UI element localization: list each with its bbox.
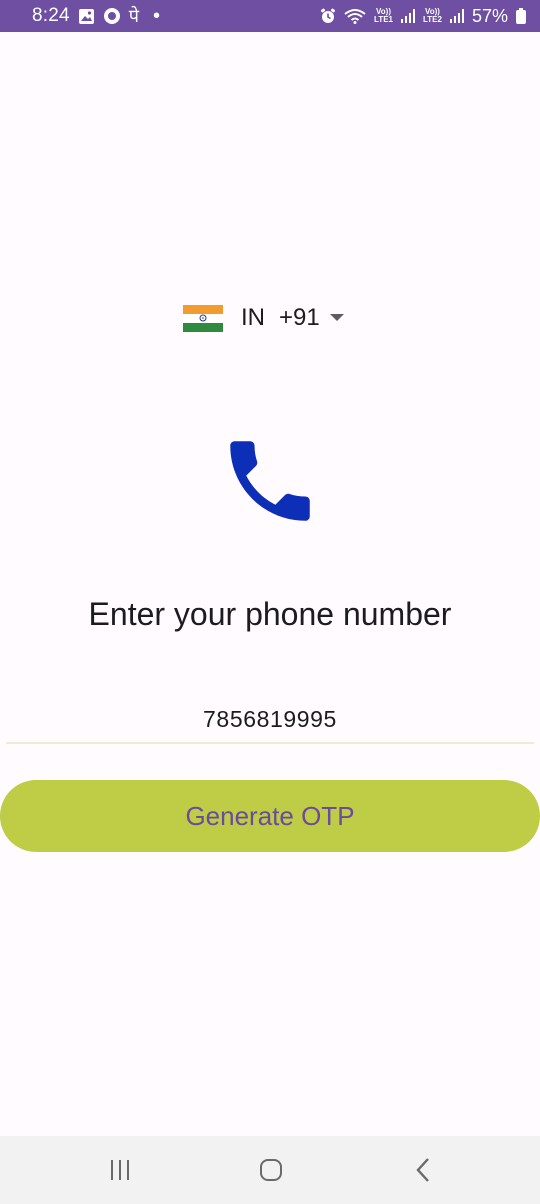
wifi-icon [344, 8, 366, 24]
dropdown-arrow-icon[interactable] [329, 314, 344, 322]
lte2-indicator: Vo)) LTE2 [423, 8, 442, 24]
gallery-icon [78, 8, 95, 25]
notification-dot: • [153, 4, 161, 27]
country-selector[interactable]: IN +91 [183, 300, 344, 336]
alarm-icon [320, 8, 336, 24]
phone-number-input[interactable] [6, 700, 534, 738]
battery-icon [516, 8, 526, 24]
home-icon[interactable] [226, 1136, 316, 1204]
country-code: IN [241, 304, 265, 331]
circle-app-icon [103, 7, 121, 25]
lte2-label-bottom: LTE2 [423, 15, 442, 24]
dial-code: +91 [279, 304, 320, 331]
page-title: Enter your phone number [88, 596, 452, 632]
status-left: 8:24 पे • [32, 4, 160, 28]
back-icon[interactable] [378, 1136, 468, 1204]
status-time: 8:24 [32, 5, 70, 26]
status-bar: 8:24 पे • Vo)) LTE1 Vo)) LTE2 57% [0, 0, 540, 32]
lte1-indicator: Vo)) LTE1 [374, 8, 393, 24]
lte1-label-bottom: LTE1 [374, 15, 393, 24]
india-flag-icon [183, 304, 223, 332]
generate-otp-button[interactable]: Generate OTP [0, 780, 540, 852]
phone-input-container [6, 700, 534, 744]
signal-icon [401, 9, 415, 23]
signal-icon [449, 9, 464, 23]
status-right: Vo)) LTE1 Vo)) LTE2 57% [320, 6, 526, 27]
app-char: पे [128, 6, 140, 27]
recents-icon[interactable] [75, 1136, 165, 1204]
navigation-bar [0, 1136, 540, 1204]
phone-icon [216, 428, 324, 534]
battery-percent: 57% [471, 5, 508, 26]
